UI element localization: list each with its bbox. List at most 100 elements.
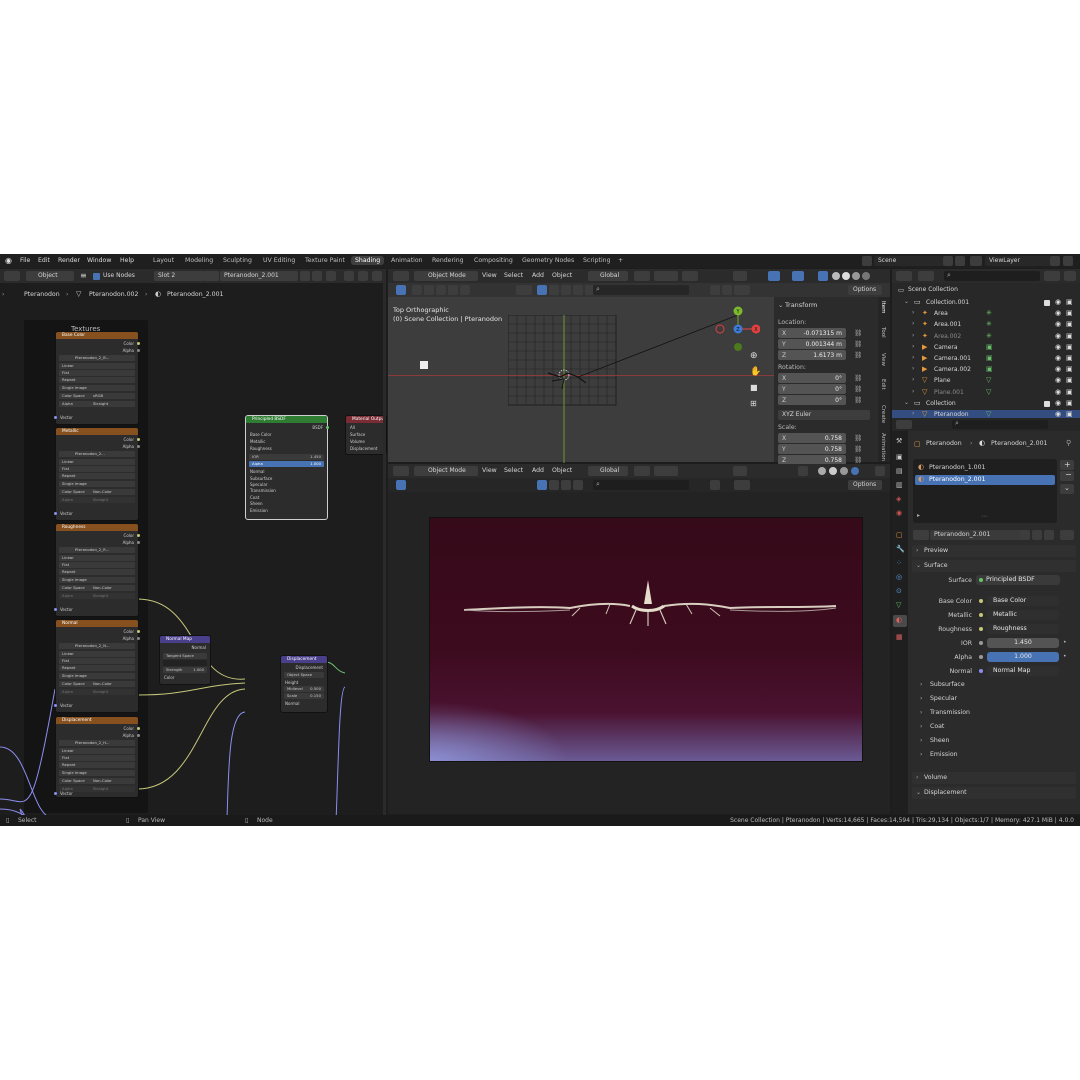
surface-subpanel-emission[interactable]: › Emission <box>916 750 1066 760</box>
unlink-material-icon[interactable] <box>1044 530 1054 540</box>
keyframe-dot-icon[interactable]: • <box>1063 653 1067 660</box>
image-texture-node[interactable]: Normal Color Alpha Pteranodon_2_N... Lin… <box>54 619 140 713</box>
lock-icon[interactable]: ⛓ <box>854 351 862 359</box>
filter-curve-icon[interactable] <box>549 285 559 295</box>
surface-panel[interactable]: ⌄ Surface <box>912 560 1076 572</box>
shading-rendered-icon[interactable] <box>851 467 859 475</box>
shading-wire-icon[interactable] <box>832 272 840 280</box>
color-socket[interactable] <box>137 438 140 441</box>
menu-window[interactable]: Window <box>87 257 111 264</box>
menu-object[interactable]: Object <box>552 467 572 474</box>
lock-icon[interactable]: ⛓ <box>854 396 862 404</box>
lock-icon[interactable]: ⛓ <box>854 434 862 442</box>
input-field[interactable]: Roughness <box>987 624 1059 634</box>
overlay-icon[interactable] <box>792 271 804 281</box>
select-mode-intersect-icon[interactable] <box>460 285 470 295</box>
image-texture-node[interactable]: Metallic Color Alpha Pteranodon_2... Lin… <box>54 427 140 521</box>
material-name-field[interactable]: Pteranodon_2.001 <box>930 530 1022 540</box>
zoom-icon[interactable]: ⊕ <box>750 351 758 361</box>
light-data-icon[interactable]: ✳ <box>986 332 992 340</box>
light-data-icon[interactable]: ✳ <box>986 320 992 328</box>
color-space-dropdown[interactable]: Color Space Non-Color <box>59 778 135 784</box>
navigation-gizmo[interactable]: Y X Z <box>710 299 760 359</box>
panel-sheen[interactable]: Sheen <box>250 501 263 506</box>
lock-icon[interactable]: ⛓ <box>854 385 862 393</box>
surface-subpanel-transmission[interactable]: › Transmission <box>916 708 1066 718</box>
interpolation-dropdown[interactable]: Linear <box>59 555 135 561</box>
alpha-socket[interactable] <box>137 541 140 544</box>
eye-icon[interactable]: ◉ <box>1055 309 1061 317</box>
interpolation-dropdown[interactable]: Linear <box>59 651 135 657</box>
exclude-checkbox[interactable] <box>1044 400 1050 407</box>
filter-type-icon[interactable] <box>516 285 532 295</box>
tab-modeling[interactable]: Modeling <box>185 257 213 264</box>
slot-item[interactable]: ◐ Pteranodon_1.001 <box>915 463 1055 473</box>
render-camera-icon[interactable]: ▣ <box>1066 309 1073 317</box>
node-editor-scrollbar[interactable] <box>383 283 386 815</box>
lock-icon[interactable]: ⛓ <box>854 445 862 453</box>
search-input[interactable]: ⌕ <box>593 285 689 295</box>
pan-hand-icon[interactable]: ✋ <box>750 367 761 377</box>
world-tab-icon[interactable]: ◉ <box>896 509 902 517</box>
viewport-render[interactable]: Object Mode View Select Add Object Globa… <box>388 464 890 814</box>
chevron-right-icon[interactable]: › <box>912 320 914 327</box>
shading-material-icon[interactable] <box>840 467 848 475</box>
render-camera-icon[interactable]: ▣ <box>1066 343 1073 351</box>
camera-data-icon[interactable]: ▣ <box>986 354 993 362</box>
options-dropdown[interactable]: Options <box>848 480 882 490</box>
strength-field[interactable]: Strength 1.000 <box>163 667 207 673</box>
extension-dropdown[interactable]: Repeat <box>59 762 135 768</box>
extension-dropdown[interactable]: Repeat <box>59 473 135 479</box>
outliner-search-input[interactable]: ⌕ <box>944 271 1040 281</box>
new-view-layer-icon[interactable] <box>1050 256 1060 266</box>
editor-type-icon[interactable] <box>896 271 912 281</box>
outliner-scene-collection[interactable]: Scene Collection <box>908 286 958 293</box>
overlay-icon[interactable] <box>798 466 808 476</box>
particles-tab-icon[interactable]: ⁘ <box>896 559 902 567</box>
space-dropdown[interactable]: Object Space <box>284 672 324 678</box>
alpha-socket[interactable] <box>137 445 140 448</box>
image-field[interactable]: Pteranodon_2_N... <box>59 643 135 649</box>
socket-icon[interactable] <box>979 641 983 645</box>
eye-icon[interactable]: ◉ <box>1055 343 1061 351</box>
light-data-icon[interactable]: ✳ <box>986 309 992 317</box>
outliner-item[interactable]: › ✦ Area.001 ✳ ◉ ▣ <box>892 320 1080 330</box>
rotation-mode-dropdown[interactable]: XYZ Euler <box>778 410 870 420</box>
filter-selected-icon[interactable] <box>710 480 720 490</box>
alpha-mode-dropdown[interactable]: Alpha Straight <box>59 401 135 407</box>
menu-object[interactable]: Object <box>552 272 572 279</box>
projection-dropdown[interactable]: Flat <box>59 466 135 472</box>
sidebar-tab-create[interactable]: Create <box>880 405 886 423</box>
eye-icon[interactable]: ◉ <box>1055 376 1061 384</box>
editor-type-icon[interactable] <box>393 466 409 476</box>
view-layer-field[interactable]: ViewLayer <box>985 256 1051 266</box>
outliner-collection[interactable]: ⌄ ▭ Collection.001 ◉ ▣ <box>892 298 1080 308</box>
image-field[interactable]: Pteranodon_2_B... <box>59 355 135 361</box>
menu-edit[interactable]: Edit <box>38 257 50 264</box>
scene-field[interactable]: Scene <box>874 256 944 266</box>
light-icon[interactable] <box>420 361 428 369</box>
chevron-right-icon[interactable]: › <box>912 343 914 350</box>
lock-icon[interactable]: ⛓ <box>854 340 862 348</box>
space-dropdown[interactable]: Tangent Space <box>163 653 207 659</box>
filter-light-icon[interactable] <box>561 285 571 295</box>
view-layer-icon[interactable] <box>970 256 982 266</box>
render-camera-icon[interactable]: ▣ <box>1066 399 1073 407</box>
outliner-collection[interactable]: ⌄ ▭ Collection ◉ ▣ <box>892 399 1080 409</box>
properties-search-input[interactable]: ⌕ <box>952 419 1048 429</box>
render-camera-icon[interactable]: ▣ <box>1066 320 1073 328</box>
constraints-tab-icon[interactable]: ⊙ <box>896 587 902 595</box>
menu-add[interactable]: Add <box>532 467 544 474</box>
input-field[interactable]: 1.450 <box>987 638 1059 648</box>
chevron-right-icon[interactable]: › <box>912 309 914 316</box>
alpha-field[interactable]: Alpha 1.000 <box>249 461 324 467</box>
vector-socket[interactable] <box>54 416 57 419</box>
filter-visible-icon[interactable] <box>722 285 732 295</box>
render-camera-icon[interactable]: ▣ <box>1066 365 1073 373</box>
orientation-dropdown[interactable]: Global <box>588 271 628 281</box>
eye-icon[interactable]: ◉ <box>1055 365 1061 373</box>
mesh-data-icon[interactable]: ▽ <box>986 388 991 396</box>
new-scene-icon[interactable] <box>943 256 953 266</box>
bsdf-output-socket[interactable] <box>326 426 329 429</box>
select-box-icon[interactable] <box>396 480 406 490</box>
